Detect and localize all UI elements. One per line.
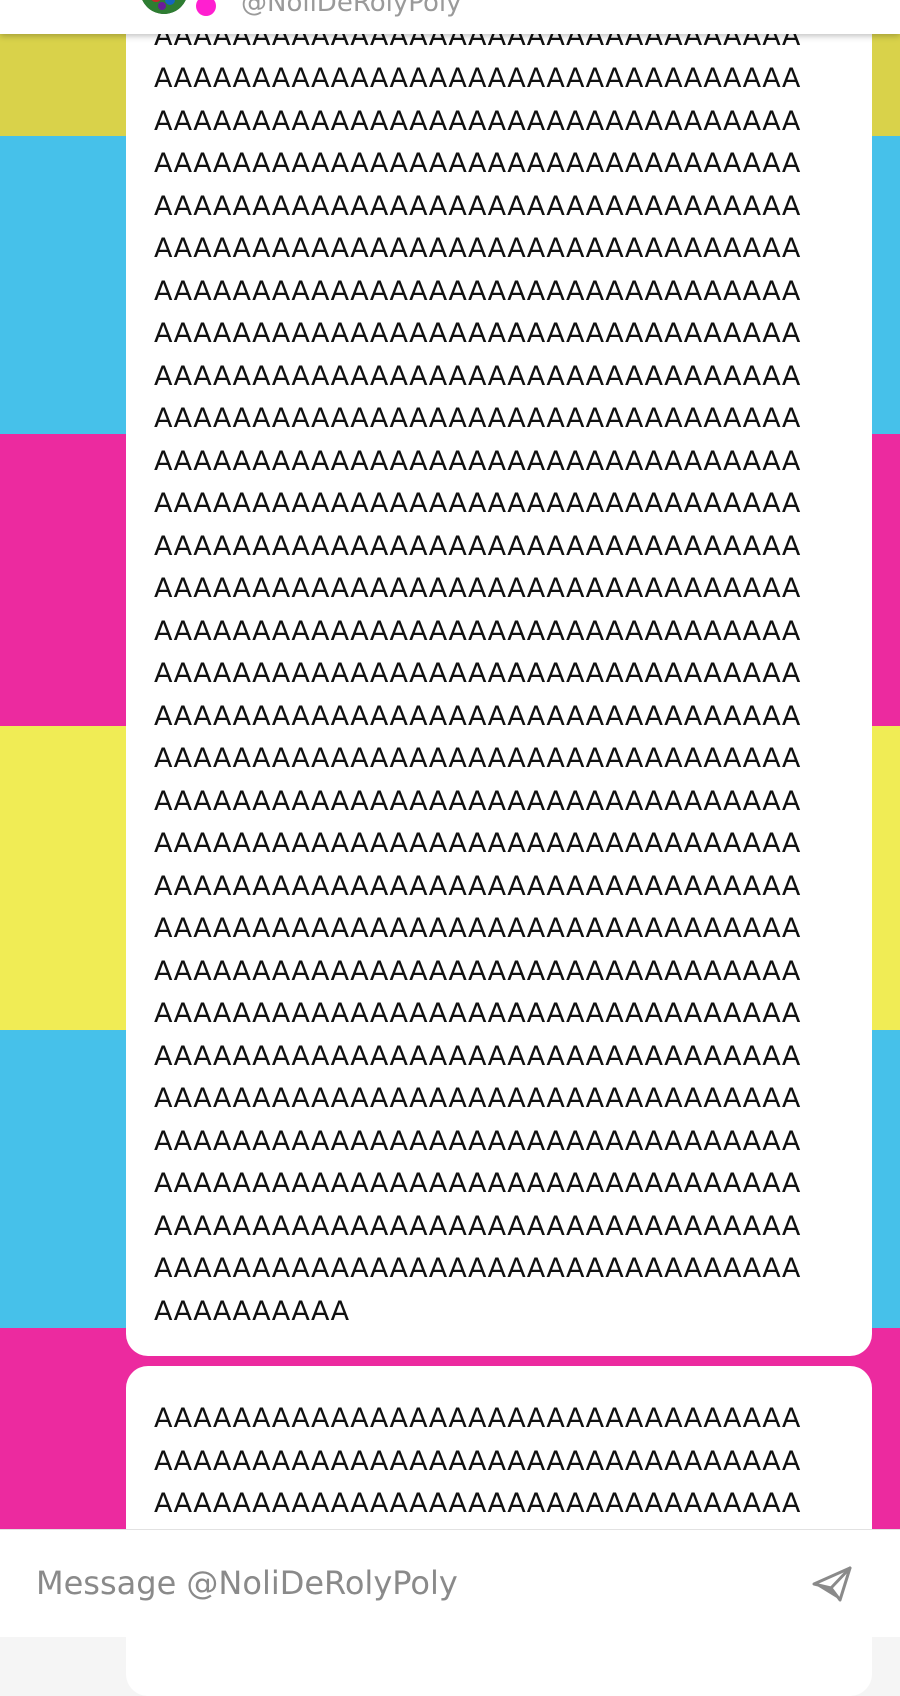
message-line: AAAAAAAAAAAAAAAAAAAAAAAAAAAAAAAAA [154, 700, 801, 732]
message-line: AAAAAAAAAAAAAAAAAAAAAAAAAAAAAAAAA [154, 63, 801, 94]
send-button[interactable] [806, 1558, 858, 1610]
message-line: AAAAAAAAAA [154, 1295, 350, 1327]
message-bubble[interactable]: AAAAAAAAAAAAAAAAAAAAAAAAAAAAAAAAA AAAAAAA… [126, 0, 872, 1356]
message-line: AAAAAAAAAAAAAAAAAAAAAAAAAAAAAAAAA [154, 403, 801, 434]
message-line: AAAAAAAAAAAAAAAAAAAAAAAAAAAAAAAAA [154, 1403, 801, 1434]
message-text: AAAAAAAAAAAAAAAAAAAAAAAAAAAAAAAAA AAAAAAA… [154, 0, 844, 1333]
message-line: AAAAAAAAAAAAAAAAAAAAAAAAAAAAAAAAA [154, 1210, 801, 1242]
message-line: AAAAAAAAAAAAAAAAAAAAAAAAAAAAAAAAA [154, 998, 801, 1029]
message-line: AAAAAAAAAAAAAAAAAAAAAAAAAAAAAAAAA [154, 190, 801, 222]
message-line: AAAAAAAAAAAAAAAAAAAAAAAAAAAAAAAAA [154, 658, 801, 689]
chat-header: @NoliDeRolyPoly [0, 0, 900, 34]
message-text: AAAAAAAAAAAAAAAAAAAAAAAAAAAAAAAAA AAAAAAA… [154, 1366, 844, 1526]
message-line: AAAAAAAAAAAAAAAAAAAAAAAAAAAAAAAAA [154, 1488, 801, 1519]
send-icon [812, 1566, 852, 1602]
message-line: AAAAAAAAAAAAAAAAAAAAAAAAAAAAAAAAA [154, 445, 801, 477]
message-line: AAAAAAAAAAAAAAAAAAAAAAAAAAAAAAAAA [154, 828, 801, 859]
message-line: AAAAAAAAAAAAAAAAAAAAAAAAAAAAAAAAA [154, 318, 801, 349]
message-line: AAAAAAAAAAAAAAAAAAAAAAAAAAAAAAAAA [154, 148, 801, 179]
message-line: AAAAAAAAAAAAAAAAAAAAAAAAAAAAAAAAA [154, 233, 801, 264]
message-line: AAAAAAAAAAAAAAAAAAAAAAAAAAAAAAAAA [154, 105, 801, 137]
online-status-dot [196, 0, 216, 16]
message-line: AAAAAAAAAAAAAAAAAAAAAAAAAAAAAAAAA [154, 573, 801, 604]
message-line: AAAAAAAAAAAAAAAAAAAAAAAAAAAAAAAAA [154, 275, 801, 307]
message-input[interactable] [36, 1558, 776, 1608]
message-line: AAAAAAAAAAAAAAAAAAAAAAAAAAAAAAAAA [154, 360, 801, 392]
message-line: AAAAAAAAAAAAAAAAAAAAAAAAAAAAAAAAA [154, 1168, 801, 1199]
message-composer [0, 1529, 900, 1637]
message-line: AAAAAAAAAAAAAAAAAAAAAAAAAAAAAAAAA [154, 1083, 801, 1114]
message-line: AAAAAAAAAAAAAAAAAAAAAAAAAAAAAAAAA [154, 955, 801, 987]
message-line: AAAAAAAAAAAAAAAAAAAAAAAAAAAAAAAAA [154, 870, 801, 902]
message-line: AAAAAAAAAAAAAAAAAAAAAAAAAAAAAAAAA [154, 785, 801, 817]
message-line: AAAAAAAAAAAAAAAAAAAAAAAAAAAAAAAAA [154, 530, 801, 562]
message-line: AAAAAAAAAAAAAAAAAAAAAAAAAAAAAAAAA [154, 1253, 801, 1284]
message-line: AAAAAAAAAAAAAAAAAAAAAAAAAAAAAAAAA [154, 488, 801, 519]
message-line: AAAAAAAAAAAAAAAAAAAAAAAAAAAAAAAAA [154, 1125, 801, 1157]
message-line: AAAAAAAAAAAAAAAAAAAAAAAAAAAAAAAAA [154, 615, 801, 647]
message-line: AAAAAAAAAAAAAAAAAAAAAAAAAAAAAAAAA [154, 913, 801, 944]
avatar-image [142, 0, 186, 14]
message-line: AAAAAAAAAAAAAAAAAAAAAAAAAAAAAAAAA [154, 743, 801, 774]
message-line: AAAAAAAAAAAAAAAAAAAAAAAAAAAAAAAAA [154, 1040, 801, 1072]
user-avatar[interactable] [140, 0, 188, 14]
message-line: AAAAAAAAAAAAAAAAAAAAAAAAAAAAAAAAA [154, 1445, 801, 1477]
chat-recipient-handle[interactable]: @NoliDeRolyPoly [241, 0, 462, 18]
